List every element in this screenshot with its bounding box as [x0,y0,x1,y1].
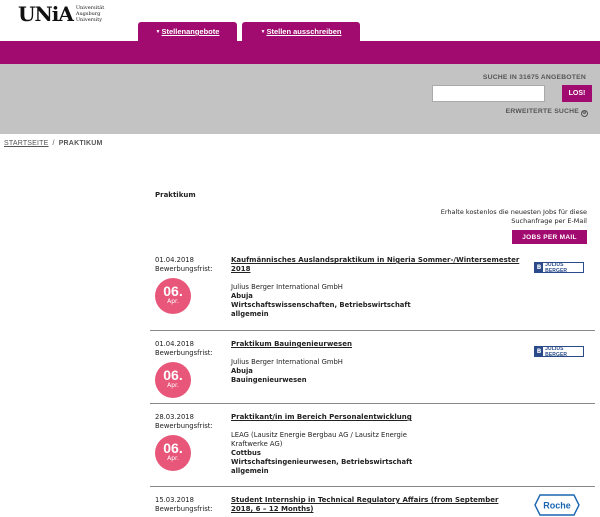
job-title-line: Praktikum Bauingenieurwesen [231,340,352,348]
deadline-label: Bewerbungsfrist: [155,422,213,430]
company-logo[interactable]: B JULIUS BERGER [534,261,584,274]
breadcrumb: STARTSEITE / PRAKTIKUM [4,140,102,147]
company-logo[interactable]: B JULIUS BERGER [534,345,584,358]
job-field: Wirtschaftswissenschaften, Betriebswirts… [231,301,411,309]
divider [150,486,595,487]
badge-day: 06. [163,440,183,456]
job-item: 01.04.2018 Bewerbungsfrist: 06. Apr. Kau… [150,256,595,326]
job-field: allgemein [231,310,269,318]
badge-day: 06. [163,367,183,383]
job-company: Kraftwerke AG) [231,440,283,448]
settings-icon: ⚙ [581,110,588,117]
deadline-label: Bewerbungsfrist: [155,265,213,273]
job-title-line: 2018, 6 – 12 Months) [231,505,314,513]
breadcrumb-separator: / [52,140,55,147]
logo-line: University [75,16,103,23]
job-info: Julius Berger International GmbH Abuja W… [231,283,411,319]
logo-square-icon: B [535,347,544,356]
job-alert-text: Erhalte kostenlos die neuesten Jobs für … [400,208,587,226]
badge-month: Apr. [167,455,179,462]
job-title-link[interactable]: Praktikum Bauingenieurwesen [231,340,531,349]
job-field: Wirtschaftsingenieurwesen, Betriebswirts… [231,458,413,466]
tab-label: Stellen ausschreiben [266,27,342,36]
tab-stellen-ausschreiben[interactable]: ▼Stellen ausschreiben [242,22,360,42]
deadline-badge: 06. Apr. [155,435,191,471]
job-title-link[interactable]: Kaufmännisches Auslandspraktikum in Nige… [231,256,531,274]
site-header: UNiA Universität Augsburg University ▼St… [0,0,600,64]
job-meta: 15.03.2018 Bewerbungsfrist: [155,496,213,514]
job-title-link[interactable]: Student Internship in Technical Regulato… [231,496,531,514]
advanced-search-label: ERWEITERTE SUCHE [505,108,579,115]
job-title-line: Praktikant/in im Bereich Personalentwick… [231,413,412,421]
deadline-badge: 06. Apr. [155,278,191,314]
logo-text: JULIUS BERGER [545,261,568,274]
job-company: Julius Berger International GmbH [231,283,343,291]
job-field: allgemein [231,467,269,475]
job-item: 15.03.2018 Bewerbungsfrist: Student Inte… [150,494,595,517]
logo-text: JULIUS BERGER [545,345,568,358]
job-location: Cottbus [231,449,261,457]
job-title-line: Kaufmännisches Auslandspraktikum in Nige… [231,256,520,264]
job-title-line: 2018 [231,265,251,273]
advanced-search-link[interactable]: ERWEITERTE SUCHE ⚙ [506,108,588,117]
deadline-badge: 06. Apr. [155,362,191,398]
divider [150,403,595,404]
logo-text: Roche [543,501,571,511]
company-logo[interactable]: Roche [534,494,580,516]
search-count-label: SUCHE IN 31675 ANGEBOTEN [482,74,586,81]
search-button[interactable]: LOS! [562,85,592,102]
job-location: Abuja [231,367,253,375]
main-tabs: ▼Stellenangebote ▼Stellen ausschreiben [138,22,360,42]
job-company: LEAG (Lausitz Energie Bergbau AG / Lausi… [231,431,407,439]
job-company: Julius Berger International GmbH [231,358,343,366]
deadline-label: Bewerbungsfrist: [155,349,213,357]
badge-month: Apr. [167,382,179,389]
job-date: 15.03.2018 [155,496,194,504]
breadcrumb-home[interactable]: STARTSEITE [4,140,49,147]
job-meta: 01.04.2018 Bewerbungsfrist: [155,256,213,274]
tab-label: Stellenangebote [161,27,220,36]
job-info: Julius Berger International GmbH Abuja B… [231,358,343,385]
tab-stellenangebote[interactable]: ▼Stellenangebote [138,22,237,42]
job-date: 01.04.2018 [155,256,194,264]
chevron-down-icon: ▼ [155,29,161,35]
job-date: 01.04.2018 [155,340,194,348]
jobs-per-mail-button[interactable]: JOBS PER MAIL [512,230,587,244]
divider [150,330,595,331]
job-title-link[interactable]: Praktikant/in im Bereich Personalentwick… [231,413,531,422]
job-location: Abuja [231,292,253,300]
search-panel: SUCHE IN 31675 ANGEBOTEN LOS! ERWEITERTE… [0,64,600,134]
chevron-down-icon: ▼ [260,29,266,35]
badge-day: 06. [163,283,183,299]
logo-square-icon: B [535,263,544,272]
badge-month: Apr. [167,298,179,305]
page-title: Praktikum [155,191,196,199]
breadcrumb-current: PRAKTIKUM [58,140,103,147]
logo-text: Universität Augsburg University [75,5,104,23]
university-logo[interactable]: UNiA Universität Augsburg University [18,4,104,24]
job-meta: 28.03.2018 Bewerbungsfrist: [155,413,213,431]
job-field: Bauingenieurwesen [231,376,307,384]
deadline-label: Bewerbungsfrist: [155,505,213,513]
job-item: 28.03.2018 Bewerbungsfrist: 06. Apr. Pra… [150,413,595,483]
nav-bar [0,41,600,64]
job-info: LEAG (Lausitz Energie Bergbau AG / Lausi… [231,431,412,476]
alert-line: Suchanfrage per E-Mail [511,217,587,225]
job-meta: 01.04.2018 Bewerbungsfrist: [155,340,213,358]
logo-mark: UNiA [18,2,74,26]
job-date: 28.03.2018 [155,413,194,421]
job-title-line: Student Internship in Technical Regulato… [231,496,499,504]
search-input[interactable] [432,85,545,102]
alert-line: Erhalte kostenlos die neuesten Jobs für … [440,208,587,216]
job-item: 01.04.2018 Bewerbungsfrist: 06. Apr. Pra… [150,340,595,400]
